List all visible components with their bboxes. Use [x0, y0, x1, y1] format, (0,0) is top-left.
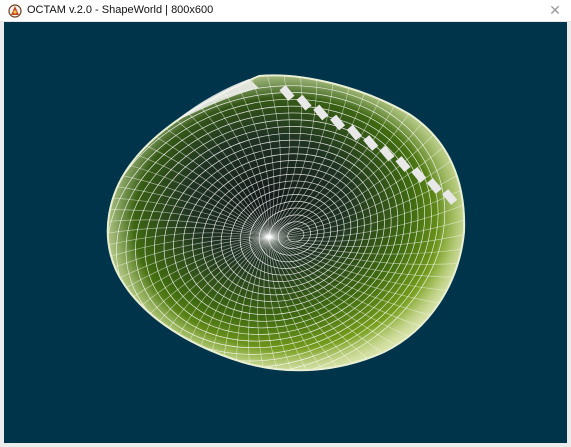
window-title: OCTAM v.2.0 - ShapeWorld | 800x600 [27, 4, 214, 16]
close-button[interactable]: ✕ [539, 0, 571, 22]
window-frame-right [567, 22, 571, 447]
shell-model[interactable] [9, 22, 529, 443]
shape-render-canvas[interactable] [4, 22, 567, 443]
render-viewport[interactable] [4, 22, 567, 443]
window-frame-bottom [0, 443, 571, 447]
close-icon: ✕ [549, 3, 561, 19]
title-bar[interactable]: OCTAM v.2.0 - ShapeWorld | 800x600 ✕ [0, 0, 571, 22]
app-window: OCTAM v.2.0 - ShapeWorld | 800x600 ✕ [0, 0, 571, 447]
octam-logo-icon [8, 4, 22, 18]
shell-rim [106, 74, 466, 372]
